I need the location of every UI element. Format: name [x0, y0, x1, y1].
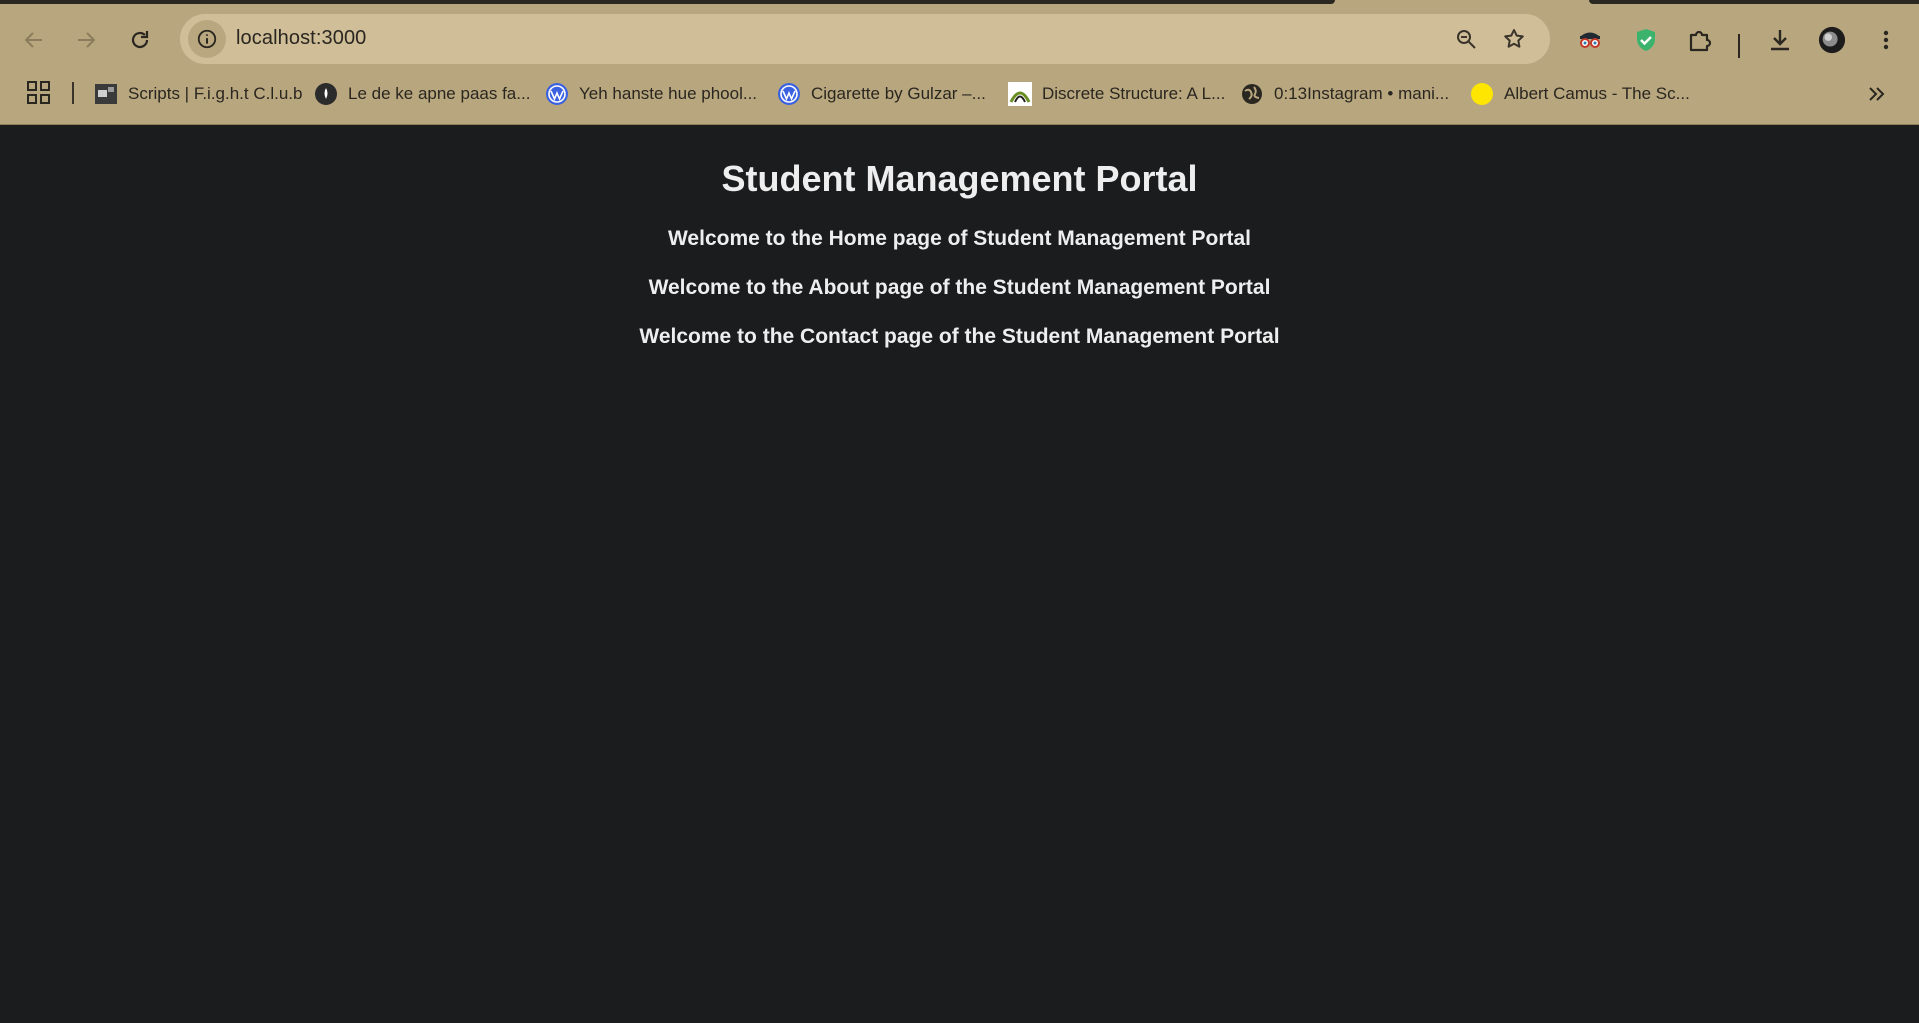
about-welcome-text: Welcome to the About page of the Student…	[648, 276, 1271, 299]
tab-strip-edge	[1589, 0, 1919, 4]
arrow-right-icon	[78, 32, 96, 48]
menu-kebab-icon[interactable]	[1872, 26, 1900, 54]
page-title: Student Management Portal	[721, 158, 1198, 199]
tab-strip-edge	[0, 0, 1335, 4]
download-icon[interactable]	[1766, 26, 1794, 54]
extensions-puzzle-icon[interactable]	[1686, 26, 1714, 54]
back-button[interactable]	[14, 20, 54, 60]
page-content: Student Management Portal Welcome to the…	[0, 125, 1919, 1023]
bookmark-label: Le de ke apne paas fa...	[348, 84, 531, 103]
arch-logo-icon	[1008, 82, 1032, 106]
film-thumbnail-icon	[94, 82, 118, 106]
extension-spy-icon[interactable]	[1576, 26, 1604, 54]
bookmarks-bar: Scripts | F.i.g.h.t C.l.u.b Le de ke apn…	[0, 76, 1919, 112]
shield-check-icon[interactable]	[1632, 26, 1660, 54]
bookmark-item[interactable]: Le de ke apne paas fa...	[314, 78, 530, 110]
wordpress-icon	[545, 82, 569, 106]
bookmark-item[interactable]: Cigarette by Gulzar –...	[777, 78, 986, 110]
browser-toolbar: localhost:3000	[0, 8, 1919, 70]
profile-avatar-icon[interactable]	[1818, 26, 1846, 54]
chevron-double-right-icon[interactable]	[1865, 82, 1889, 106]
bookmark-label: Scripts | F.i.g.h.t C.l.u.b	[128, 84, 303, 103]
yellow-circle-icon	[1470, 82, 1494, 106]
bookmark-item[interactable]: Albert Camus - The Sc...	[1470, 78, 1690, 110]
wordpress-icon	[777, 82, 801, 106]
bookmark-label: Discrete Structure: A L...	[1042, 84, 1226, 103]
address-bar[interactable]: localhost:3000	[180, 14, 1550, 64]
bookmark-label: Albert Camus - The Sc...	[1504, 84, 1690, 103]
bookmark-item[interactable]: Yeh hanste hue phool...	[545, 78, 757, 110]
apps-grid-icon[interactable]	[26, 80, 52, 106]
reload-button[interactable]	[120, 20, 160, 60]
bookmark-item[interactable]: 0:13Instagram • mani...	[1240, 78, 1449, 110]
arrow-left-icon	[24, 32, 42, 48]
reload-icon	[131, 31, 149, 49]
site-info-button[interactable]	[188, 20, 226, 58]
globe-icon	[1240, 82, 1264, 106]
site-dark-circle-icon	[314, 82, 338, 106]
bookmark-label: 0:13Instagram • mani...	[1274, 84, 1450, 103]
url-text[interactable]: localhost:3000	[236, 27, 366, 50]
browser-chrome: localhost:3000 Scripts | F.i.g.h.t C.l.u…	[0, 0, 1919, 125]
zoom-icon[interactable]	[1454, 27, 1478, 51]
forward-button[interactable]	[66, 20, 106, 60]
bookmark-item[interactable]: Scripts | F.i.g.h.t C.l.u.b	[94, 78, 302, 110]
bookmark-label: Cigarette by Gulzar –...	[811, 84, 986, 103]
bookmark-item[interactable]: Discrete Structure: A L...	[1008, 78, 1225, 110]
toolbar-divider	[1738, 34, 1740, 58]
bookmarks-divider	[72, 82, 74, 104]
star-icon[interactable]	[1502, 27, 1526, 51]
home-welcome-text: Welcome to the Home page of Student Mana…	[667, 227, 1252, 250]
info-icon	[197, 29, 217, 49]
contact-welcome-text: Welcome to the Contact page of the Stude…	[639, 325, 1280, 348]
bookmark-label: Yeh hanste hue phool...	[579, 84, 758, 103]
